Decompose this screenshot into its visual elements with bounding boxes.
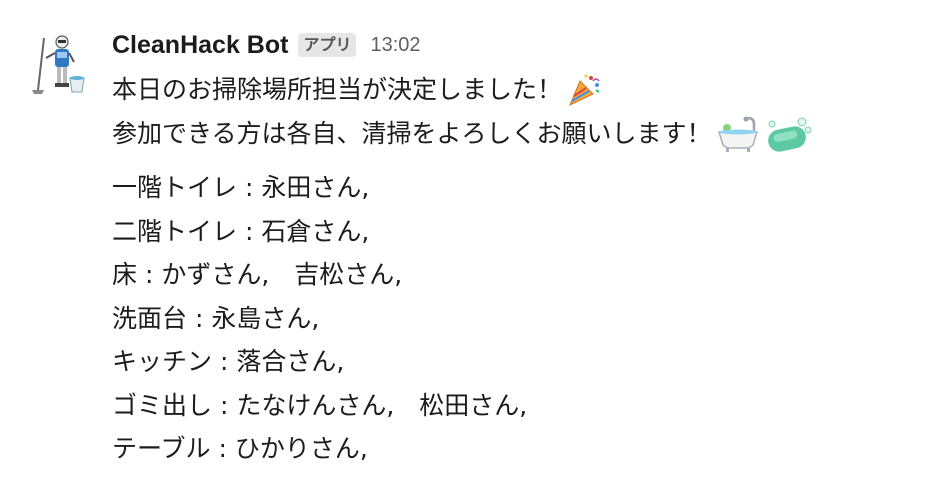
message-timestamp[interactable]: 13:02: [370, 34, 420, 57]
request-text: 参加できる方は各自、清掃をよろしくお願いします！: [112, 119, 712, 148]
assignment-item: テーブル : ひかりさん,: [112, 434, 368, 463]
message-line-request: 参加できる方は各自、清掃をよろしくお願いします！: [112, 112, 928, 156]
message-content: CleanHack Bot アプリ 13:02 本日のお掃除場所担当が決定しまし…: [112, 24, 928, 471]
message-intro: 本日のお掃除場所担当が決定しました！ 参加できる方は各自、清掃をよろしくお願いし…: [112, 68, 928, 156]
message-line-announcement: 本日のお掃除場所担当が決定しました！: [112, 68, 928, 112]
assignment-item: 床 : かずさん, 吉松さん,: [112, 260, 403, 289]
assignment-item: 二階トイレ : 石倉さん,: [112, 216, 370, 246]
bot-avatar[interactable]: [24, 28, 96, 100]
cleaning-robot-icon: [24, 28, 96, 100]
assignment-list: 一階トイレ : 永田さん, 二階トイレ : 石倉さん, 床 : かずさん, 吉松…: [112, 166, 928, 471]
assignment-item: 洗面台 : 永島さん,: [112, 303, 320, 333]
party-popper-icon: [566, 72, 602, 108]
bot-name[interactable]: CleanHack Bot: [112, 31, 288, 60]
message-header: CleanHack Bot アプリ 13:02: [112, 24, 928, 66]
assignment-item: キッチン : 落合さん,: [112, 347, 345, 376]
soap-icon: [764, 114, 812, 154]
assignment-item: ゴミ出し : たなけんさん, 松田さん,: [112, 390, 528, 420]
bathtub-icon: [716, 114, 760, 154]
app-badge: アプリ: [298, 33, 357, 57]
chat-message: CleanHack Bot アプリ 13:02 本日のお掃除場所担当が決定しまし…: [0, 0, 948, 488]
assignment-item: 一階トイレ : 永田さん,: [112, 173, 370, 202]
announcement-text: 本日のお掃除場所担当が決定しました！: [112, 75, 563, 104]
